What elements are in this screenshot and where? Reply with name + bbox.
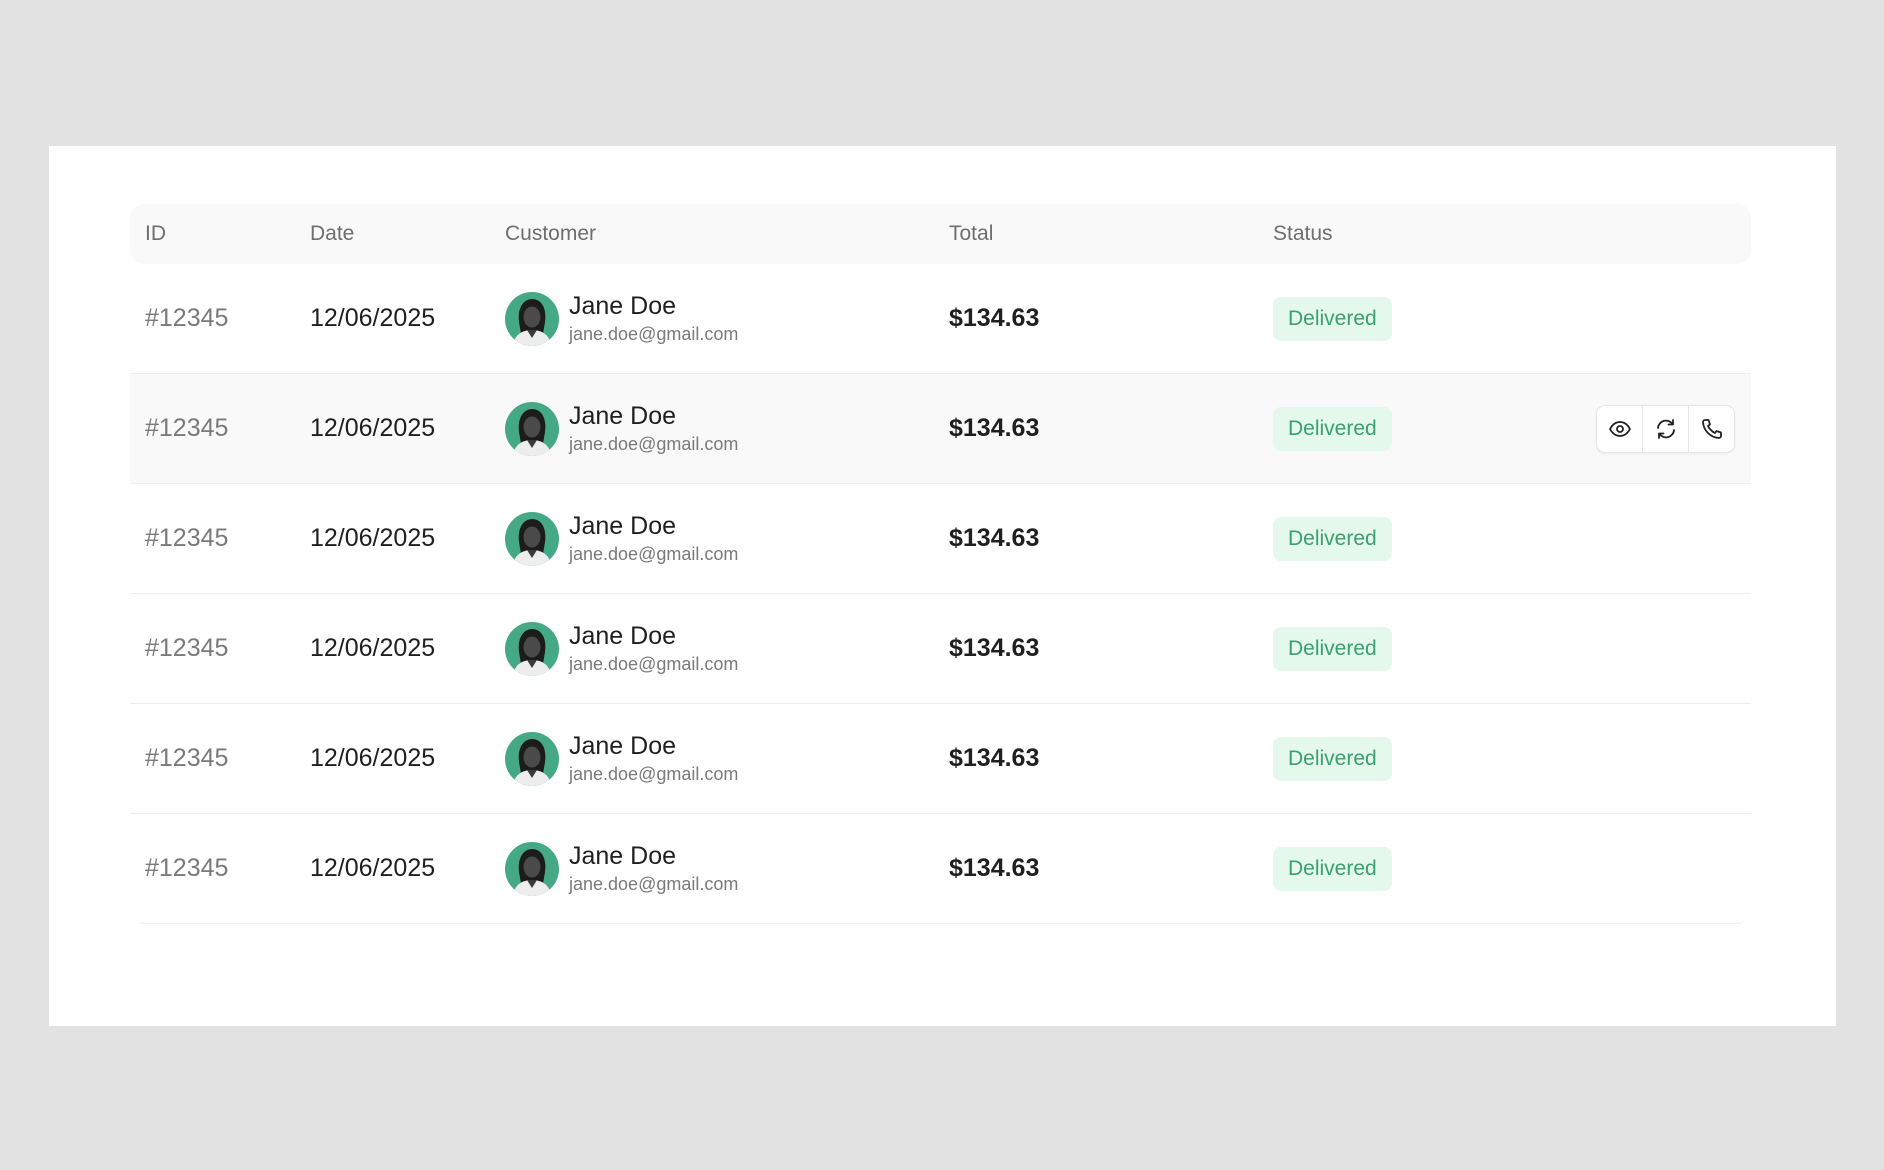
- table-body: #12345 12/06/2025 Jane Doe jane.doe@gmai…: [130, 264, 1751, 924]
- customer-name: Jane Doe: [569, 401, 677, 430]
- order-date: 12/06/2025: [310, 744, 436, 772]
- avatar: [505, 841, 559, 896]
- order-id: #12345: [145, 524, 229, 552]
- header-customer: Customer: [505, 222, 597, 245]
- phone-icon: [1701, 419, 1722, 439]
- view-button[interactable]: [1597, 406, 1643, 452]
- table-row[interactable]: #12345 12/06/2025 Jane Doe jane.doe@gmai…: [130, 594, 1751, 704]
- status-badge: Delivered: [1273, 626, 1392, 671]
- status-cell: Delivered: [1273, 374, 1392, 483]
- order-total: $134.63: [949, 414, 1040, 442]
- status-badge: Delivered: [1273, 736, 1392, 781]
- customer-cell: Jane Doe jane.doe@gmail.com: [505, 704, 738, 813]
- customer-name: Jane Doe: [569, 291, 677, 320]
- customer-cell: Jane Doe jane.doe@gmail.com: [505, 484, 738, 593]
- table-row[interactable]: #12345 12/06/2025 Jane Doe jane.doe@gmai…: [130, 264, 1751, 374]
- status-badge: Delivered: [1273, 406, 1392, 451]
- table-header: ID Date Customer Total Status: [130, 204, 1751, 264]
- table-row[interactable]: #12345 12/06/2025 Jane Doe jane.doe@gmai…: [130, 814, 1751, 924]
- avatar: [505, 731, 559, 786]
- status-badge: Delivered: [1273, 296, 1392, 341]
- refresh-icon: [1656, 419, 1675, 439]
- order-date: 12/06/2025: [310, 414, 436, 442]
- table-row[interactable]: #12345 12/06/2025 Jane Doe jane.doe@gmai…: [130, 704, 1751, 814]
- header-status: Status: [1273, 222, 1333, 245]
- eye-icon: [1608, 421, 1631, 437]
- customer-name: Jane Doe: [569, 511, 677, 540]
- header-date: Date: [310, 222, 355, 245]
- order-date: 12/06/2025: [310, 304, 436, 332]
- order-id: #12345: [145, 304, 229, 332]
- customer-email: jane.doe@gmail.com: [569, 433, 739, 454]
- status-badge: Delivered: [1273, 846, 1392, 891]
- customer-cell: Jane Doe jane.doe@gmail.com: [505, 374, 738, 483]
- customer-email: jane.doe@gmail.com: [569, 543, 739, 564]
- orders-card: ID Date Customer Total Status #12345 12/…: [49, 146, 1836, 1026]
- table-row[interactable]: #12345 12/06/2025 Jane Doe jane.doe@gmai…: [130, 484, 1751, 594]
- status-cell: Delivered: [1273, 484, 1392, 593]
- order-date: 12/06/2025: [310, 854, 436, 882]
- order-date: 12/06/2025: [310, 634, 436, 662]
- avatar: [505, 621, 559, 676]
- customer-email: jane.doe@gmail.com: [569, 873, 739, 894]
- row-actions: [1596, 405, 1735, 453]
- avatar: [505, 401, 559, 456]
- customer-email: jane.doe@gmail.com: [569, 653, 739, 674]
- status-cell: Delivered: [1273, 814, 1392, 923]
- order-date: 12/06/2025: [310, 524, 436, 552]
- customer-email: jane.doe@gmail.com: [569, 323, 739, 344]
- order-total: $134.63: [949, 524, 1040, 552]
- order-id: #12345: [145, 854, 229, 882]
- order-id: #12345: [145, 634, 229, 662]
- table-row[interactable]: #12345 12/06/2025 Jane Doe jane.doe@gmai…: [130, 374, 1751, 484]
- customer-email: jane.doe@gmail.com: [569, 763, 739, 784]
- customer-cell: Jane Doe jane.doe@gmail.com: [505, 814, 738, 923]
- status-cell: Delivered: [1273, 704, 1392, 813]
- order-id: #12345: [145, 414, 229, 442]
- customer-name: Jane Doe: [569, 841, 677, 870]
- customer-name: Jane Doe: [569, 731, 677, 760]
- order-total: $134.63: [949, 744, 1040, 772]
- orders-table: ID Date Customer Total Status #12345 12/…: [130, 204, 1751, 924]
- avatar: [505, 511, 559, 566]
- order-total: $134.63: [949, 854, 1040, 882]
- order-id: #12345: [145, 744, 229, 772]
- refresh-button[interactable]: [1643, 406, 1689, 452]
- avatar: [505, 291, 559, 346]
- header-id: ID: [145, 222, 166, 245]
- header-total: Total: [949, 222, 994, 245]
- customer-cell: Jane Doe jane.doe@gmail.com: [505, 594, 738, 703]
- status-cell: Delivered: [1273, 594, 1392, 703]
- status-cell: Delivered: [1273, 264, 1392, 373]
- call-button[interactable]: [1689, 406, 1734, 452]
- order-total: $134.63: [949, 634, 1040, 662]
- customer-name: Jane Doe: [569, 621, 677, 650]
- order-total: $134.63: [949, 304, 1040, 332]
- status-badge: Delivered: [1273, 516, 1392, 561]
- customer-cell: Jane Doe jane.doe@gmail.com: [505, 264, 738, 373]
